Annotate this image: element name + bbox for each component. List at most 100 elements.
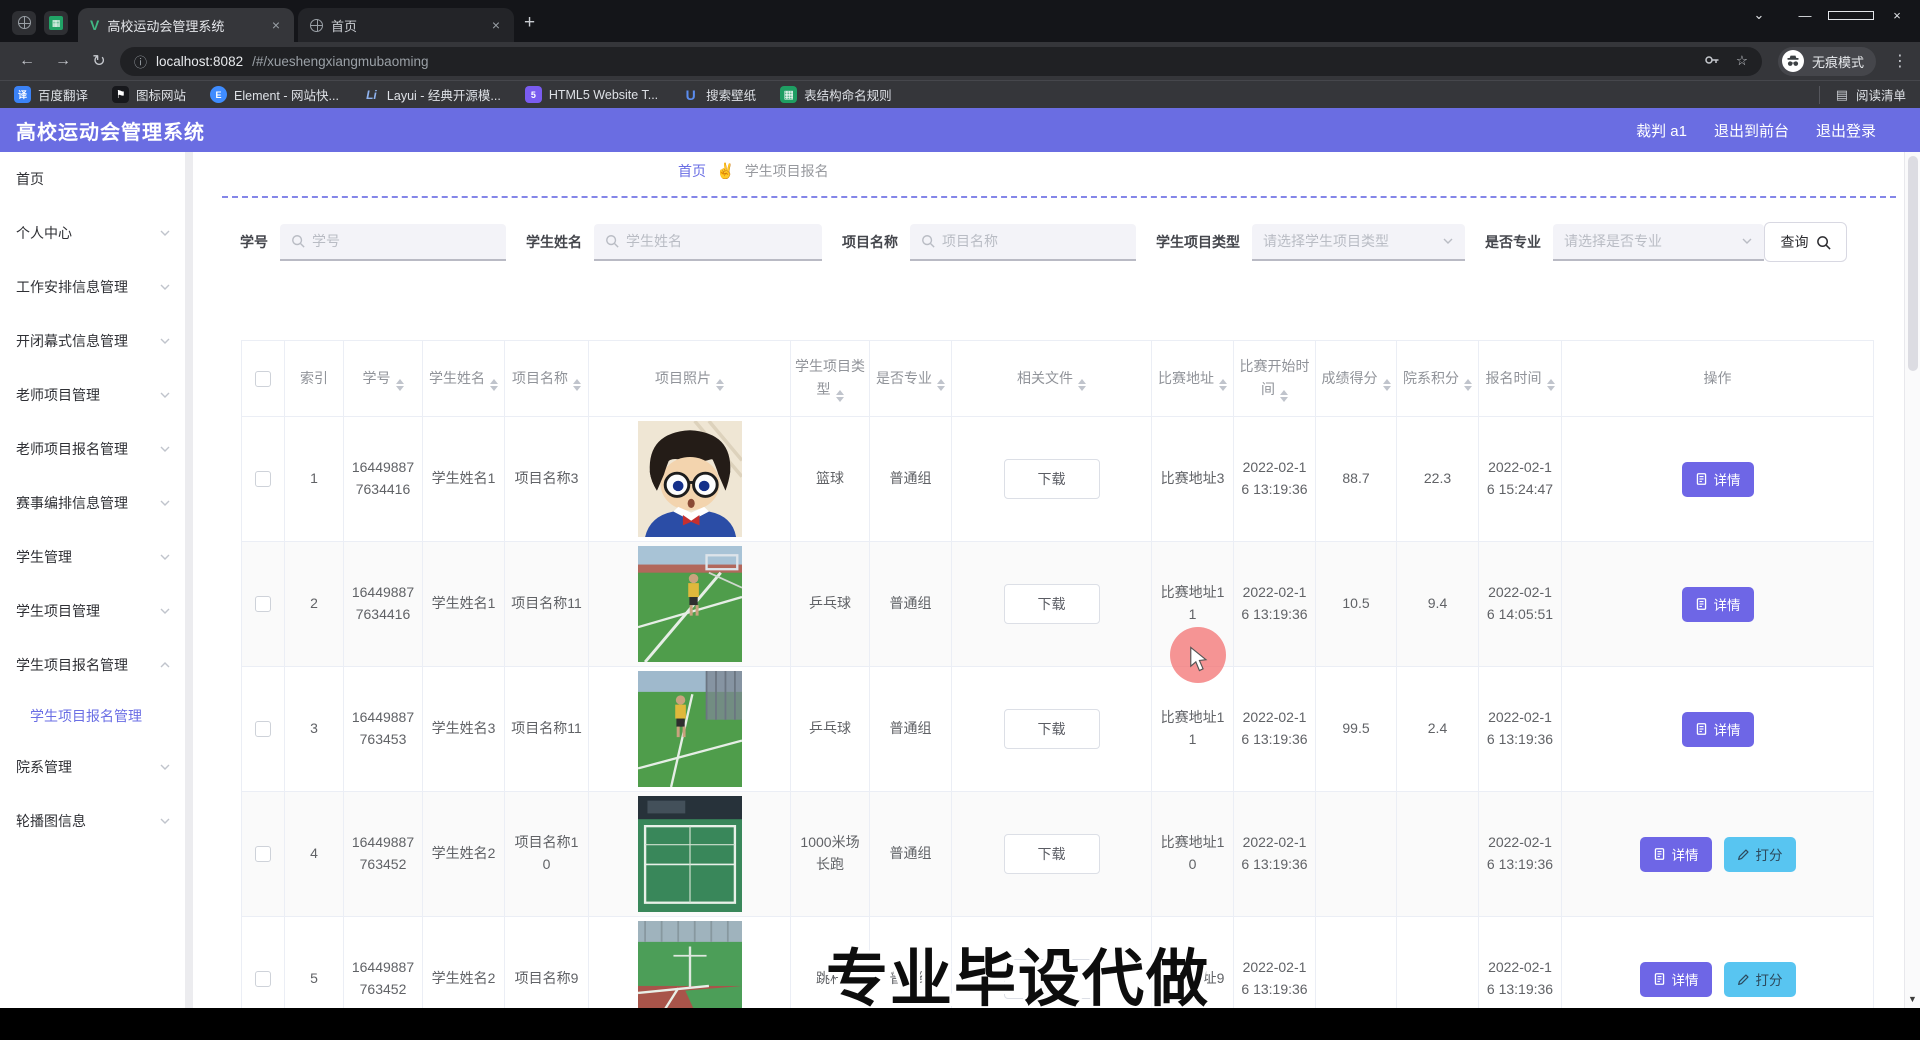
column-header[interactable]: 学生项目类型	[791, 341, 870, 417]
detail-button[interactable]: 详情	[1682, 587, 1754, 622]
page-scrollbar[interactable]: ▼	[1904, 152, 1920, 1008]
sidebar-scrollbar[interactable]	[185, 152, 193, 1008]
reg-time-cell: 2022-02-16 15:24:47	[1479, 417, 1562, 542]
column-header[interactable]: 相关文件	[952, 341, 1152, 417]
browser-logo-icon[interactable]	[12, 11, 36, 35]
sidebar-item[interactable]: 开闭幕式信息管理	[0, 314, 185, 368]
bookmark-item[interactable]: U搜索壁纸	[682, 85, 756, 104]
score-button[interactable]: 打分	[1724, 837, 1796, 872]
more-menu-icon[interactable]: ⋮	[1892, 51, 1908, 71]
scrollbar-thumb[interactable]	[1908, 156, 1918, 371]
sort-caret[interactable]	[573, 379, 581, 391]
maximize-icon[interactable]	[1828, 8, 1874, 23]
sidebar-item[interactable]: 学生项目报名管理	[0, 638, 185, 692]
download-button[interactable]: 下载	[1004, 834, 1100, 874]
sort-caret[interactable]	[396, 379, 404, 391]
address-bar[interactable]: ⓘ localhost:8082/#/xueshengxiangmubaomin…	[120, 47, 1762, 76]
bookmark-item[interactable]: LiLayui - 经典开源模...	[363, 85, 501, 104]
new-tab-button[interactable]: +	[524, 12, 535, 34]
column-header[interactable]: 成绩得分	[1316, 341, 1397, 417]
filter-input[interactable]: 学生姓名	[594, 224, 822, 261]
judge-user-label[interactable]: 裁判 a1	[1636, 120, 1687, 141]
download-button[interactable]: 下载	[1004, 584, 1100, 624]
key-icon[interactable]	[1704, 52, 1720, 71]
detail-button[interactable]: 详情	[1682, 712, 1754, 747]
row-checkbox[interactable]	[255, 721, 271, 737]
sidebar-item[interactable]: 工作安排信息管理	[0, 260, 185, 314]
sort-caret[interactable]	[1078, 379, 1086, 391]
sort-caret[interactable]	[490, 379, 498, 391]
bookmark-item[interactable]: EElement - 网站快...	[210, 85, 339, 104]
column-header[interactable]: 学生姓名	[423, 341, 505, 417]
download-button[interactable]: 下载	[1004, 709, 1100, 749]
breadcrumb-home-link[interactable]: 首页	[678, 161, 706, 181]
bookmark-item[interactable]: 译百度翻译	[14, 85, 88, 104]
close-window-icon[interactable]: ×	[1874, 8, 1920, 23]
photo-cell	[589, 667, 791, 792]
search-button[interactable]: 查询	[1764, 222, 1847, 262]
sort-caret[interactable]	[1547, 379, 1555, 391]
close-icon[interactable]: ×	[270, 17, 282, 33]
tab-active[interactable]: V 高校运动会管理系统 ×	[78, 8, 294, 42]
reading-list-button[interactable]: ▤ 阅读清单	[1819, 86, 1906, 104]
column-header[interactable]: 项目名称	[505, 341, 589, 417]
filter-input[interactable]: 项目名称	[910, 224, 1136, 261]
logout-link[interactable]: 退出登录	[1816, 120, 1876, 141]
row-checkbox[interactable]	[255, 971, 271, 987]
refresh-icon[interactable]: ↻	[84, 51, 114, 71]
scroll-down-icon[interactable]: ▼	[1905, 994, 1920, 1004]
sidebar-item[interactable]: 学生项目管理	[0, 584, 185, 638]
exit-to-frontend-link[interactable]: 退出到前台	[1714, 120, 1789, 141]
download-button[interactable]: 下载	[1004, 459, 1100, 499]
detail-button[interactable]: 详情	[1682, 462, 1754, 497]
minimize-icon[interactable]: —	[1782, 8, 1828, 23]
row-checkbox[interactable]	[255, 471, 271, 487]
bookmark-item[interactable]: 5HTML5 Website T...	[525, 85, 658, 104]
sidebar-item[interactable]: 首页	[0, 152, 185, 206]
star-icon[interactable]: ☆	[1736, 53, 1748, 69]
sheets-pinned-icon[interactable]: ▦	[44, 11, 68, 35]
column-header[interactable]: 报名时间	[1479, 341, 1562, 417]
sort-caret[interactable]	[716, 379, 724, 391]
filter-select[interactable]: 请选择学生项目类型	[1252, 224, 1465, 261]
tab-inactive[interactable]: 首页 ×	[298, 8, 514, 42]
sort-caret[interactable]	[937, 379, 945, 391]
select-all-checkbox[interactable]	[255, 371, 271, 387]
back-icon[interactable]: ←	[12, 52, 42, 70]
column-header[interactable]: 比赛开始时间	[1234, 341, 1316, 417]
sidebar-item[interactable]: 老师项目管理	[0, 368, 185, 422]
sort-caret[interactable]	[836, 390, 844, 402]
detail-button[interactable]: 详情	[1640, 962, 1712, 997]
forward-icon[interactable]: →	[48, 52, 78, 70]
column-header[interactable]: 项目照片	[589, 341, 791, 417]
sidebar-item[interactable]: 个人中心	[0, 206, 185, 260]
sidebar-item[interactable]: 赛事编排信息管理	[0, 476, 185, 530]
column-header[interactable]: 学号	[344, 341, 423, 417]
sidebar-item[interactable]: 老师项目报名管理	[0, 422, 185, 476]
sort-caret[interactable]	[1383, 379, 1391, 391]
score-button[interactable]: 打分	[1724, 962, 1796, 997]
row-checkbox[interactable]	[255, 596, 271, 612]
column-header[interactable]: 是否专业	[870, 341, 952, 417]
app-title: 高校运动会管理系统	[16, 116, 205, 145]
info-icon[interactable]: ⓘ	[134, 52, 147, 71]
sidebar-item[interactable]: 学生管理	[0, 530, 185, 584]
sort-caret[interactable]	[1280, 390, 1288, 402]
column-header[interactable]: 比赛地址	[1152, 341, 1234, 417]
bookmark-item[interactable]: ⚑图标网站	[112, 85, 186, 104]
tab-search-icon[interactable]: ⌄	[1736, 7, 1782, 23]
row-checkbox[interactable]	[255, 846, 271, 862]
filter-input[interactable]: 学号	[280, 224, 506, 261]
close-icon[interactable]: ×	[490, 17, 502, 33]
filter-placeholder: 学号	[312, 231, 495, 251]
sidebar-subitem[interactable]: 学生项目报名管理	[0, 692, 185, 740]
document-icon	[1695, 722, 1708, 736]
bookmark-item[interactable]: ▦表结构命名规则	[780, 85, 892, 104]
sort-caret[interactable]	[1219, 379, 1227, 391]
sidebar-item[interactable]: 院系管理	[0, 740, 185, 794]
column-header[interactable]: 院系积分	[1397, 341, 1479, 417]
filter-select[interactable]: 请选择是否专业	[1553, 224, 1764, 261]
sort-caret[interactable]	[1464, 379, 1472, 391]
sidebar-item[interactable]: 轮播图信息	[0, 794, 185, 848]
detail-button[interactable]: 详情	[1640, 837, 1712, 872]
